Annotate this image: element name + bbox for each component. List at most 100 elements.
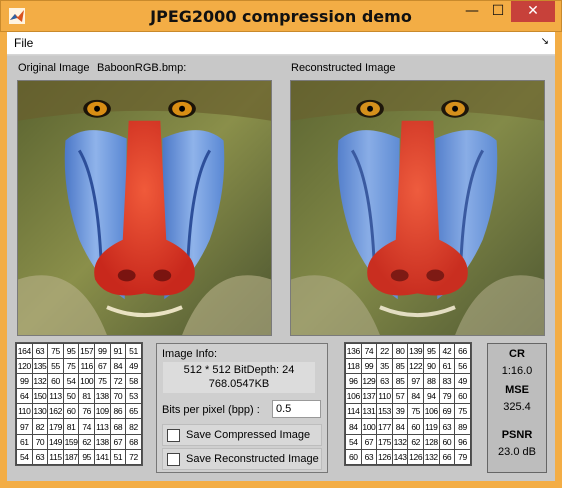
pixel-cell: 50 bbox=[62, 388, 80, 405]
pixel-cell: 66 bbox=[438, 448, 456, 465]
psnr-label: PSNR bbox=[501, 429, 533, 441]
pixel-cell: 122 bbox=[407, 358, 424, 375]
pixel-cell: 67 bbox=[360, 433, 378, 450]
save-compressed-checkbox[interactable] bbox=[167, 429, 180, 442]
figure-content: Original Image BaboonRGB.bmp: Reconstruc… bbox=[7, 56, 555, 481]
pixel-cell: 72 bbox=[109, 373, 127, 390]
pixel-cell: 42 bbox=[438, 342, 456, 360]
save-compressed-option[interactable]: Save Compressed Image bbox=[162, 424, 322, 446]
reconstructed-image-label: Reconstructed Image bbox=[291, 62, 396, 74]
pixel-cell: 63 bbox=[31, 448, 49, 465]
pixel-cell: 74 bbox=[360, 342, 378, 360]
pixel-cell: 60 bbox=[438, 433, 456, 450]
pixel-cell: 76 bbox=[78, 403, 95, 420]
pixel-cell: 139 bbox=[407, 342, 424, 360]
pixel-cell: 110 bbox=[16, 403, 33, 420]
pixel-cell: 22 bbox=[376, 342, 393, 360]
pixel-cell: 66 bbox=[454, 342, 471, 360]
save-compressed-label: Save Compressed Image bbox=[186, 429, 311, 441]
pixel-cell: 164 bbox=[16, 342, 33, 360]
original-pixel-grid: 164 63 75 95 157 99 91 51 120 135 55 75 116 67 84 49 99 1… bbox=[15, 342, 143, 466]
pixel-cell: 95 bbox=[422, 342, 440, 360]
pixel-cell: 79 bbox=[454, 448, 471, 465]
pixel-cell: 63 bbox=[31, 342, 49, 360]
original-image-label: Original Image bbox=[18, 62, 90, 74]
pixel-cell: 79 bbox=[438, 388, 456, 405]
pixel-cell: 99 bbox=[360, 358, 378, 375]
pixel-cell: 49 bbox=[125, 358, 142, 375]
title-bar[interactable]: JPEG2000 compression demo — ☐ ✕ bbox=[0, 0, 562, 32]
pixel-cell: 75 bbox=[407, 403, 424, 420]
pixel-row: 61 70 149 159 62 138 67 68 bbox=[16, 433, 142, 450]
pixel-cell: 49 bbox=[454, 373, 471, 390]
pixel-cell: 118 bbox=[345, 358, 362, 375]
pixel-row: 118 99 35 85 122 90 61 56 bbox=[345, 358, 471, 375]
pixel-cell: 137 bbox=[360, 388, 378, 405]
pixel-cell: 75 bbox=[454, 403, 471, 420]
pixel-cell: 106 bbox=[422, 403, 440, 420]
compression-stats-panel: CR 1:16.0 MSE 325.4 PSNR 23.0 dB bbox=[487, 343, 547, 473]
save-reconstructed-checkbox[interactable] bbox=[167, 453, 180, 466]
pixel-cell: 136 bbox=[345, 342, 362, 360]
pixel-cell: 110 bbox=[376, 388, 393, 405]
baboon-reconstructed-picture bbox=[291, 81, 544, 335]
close-button[interactable]: ✕ bbox=[511, 1, 555, 22]
menu-file[interactable]: File bbox=[14, 36, 33, 50]
pixel-cell: 100 bbox=[360, 418, 378, 435]
pixel-cell: 63 bbox=[376, 373, 393, 390]
pixel-cell: 177 bbox=[376, 418, 393, 435]
pixel-cell: 126 bbox=[407, 448, 424, 465]
pixel-cell: 56 bbox=[454, 358, 471, 375]
pixel-cell: 60 bbox=[345, 448, 362, 465]
pixel-cell: 132 bbox=[391, 433, 409, 450]
maximize-button[interactable]: ☐ bbox=[485, 1, 511, 22]
pixel-row: 96 129 63 85 97 88 83 49 bbox=[345, 373, 471, 390]
original-image bbox=[17, 80, 272, 336]
pixel-cell: 51 bbox=[125, 342, 142, 360]
pixel-cell: 89 bbox=[454, 418, 471, 435]
pixel-row: 164 63 75 95 157 99 91 51 bbox=[16, 342, 142, 360]
pixel-cell: 54 bbox=[345, 433, 362, 450]
cr-label: CR bbox=[509, 348, 525, 360]
psnr-value: 23.0 dB bbox=[498, 446, 536, 458]
save-reconstructed-option[interactable]: Save Reconstructed Image bbox=[162, 448, 322, 470]
pixel-cell: 88 bbox=[422, 373, 440, 390]
filename-label: BaboonRGB.bmp: bbox=[97, 62, 187, 74]
pixel-row: 136 74 22 80 139 95 42 66 bbox=[345, 342, 471, 360]
pixel-cell: 91 bbox=[109, 342, 127, 360]
pixel-row: 60 63 126 143 126 132 66 79 bbox=[345, 448, 471, 465]
pixel-cell: 115 bbox=[47, 448, 64, 465]
pixel-cell: 35 bbox=[376, 358, 393, 375]
pixel-cell: 99 bbox=[16, 373, 33, 390]
pixel-cell: 141 bbox=[93, 448, 111, 465]
pixel-row: 106 137 110 57 84 94 79 60 bbox=[345, 388, 471, 405]
pixel-row: 84 100 177 84 60 119 63 89 bbox=[345, 418, 471, 435]
pixel-cell: 64 bbox=[16, 388, 33, 405]
pixel-cell: 96 bbox=[454, 433, 471, 450]
pixel-cell: 65 bbox=[125, 403, 142, 420]
pixel-cell: 70 bbox=[31, 433, 49, 450]
image-info-dimensions: 512 * 512 BitDepth: 24 bbox=[183, 364, 295, 376]
pixel-cell: 62 bbox=[78, 433, 95, 450]
pixel-cell: 61 bbox=[16, 433, 33, 450]
bpp-input[interactable] bbox=[272, 400, 321, 418]
pixel-cell: 138 bbox=[93, 388, 111, 405]
pixel-cell: 54 bbox=[16, 448, 33, 465]
pixel-cell: 109 bbox=[93, 403, 111, 420]
pixel-cell: 95 bbox=[78, 448, 95, 465]
pixel-row: 99 132 60 54 100 75 72 58 bbox=[16, 373, 142, 390]
pixel-cell: 116 bbox=[78, 358, 95, 375]
minimize-button[interactable]: — bbox=[459, 1, 485, 22]
dock-arrow-icon[interactable]: ↘ bbox=[541, 36, 549, 47]
mse-value: 325.4 bbox=[503, 401, 531, 413]
pixel-cell: 119 bbox=[422, 418, 440, 435]
pixel-cell: 143 bbox=[391, 448, 409, 465]
pixel-cell: 69 bbox=[438, 403, 456, 420]
pixel-cell: 61 bbox=[438, 358, 456, 375]
pixel-cell: 84 bbox=[407, 388, 424, 405]
pixel-cell: 67 bbox=[109, 433, 127, 450]
pixel-cell: 113 bbox=[93, 418, 111, 435]
pixel-cell: 114 bbox=[345, 403, 362, 420]
pixel-cell: 68 bbox=[125, 433, 142, 450]
pixel-cell: 58 bbox=[125, 373, 142, 390]
